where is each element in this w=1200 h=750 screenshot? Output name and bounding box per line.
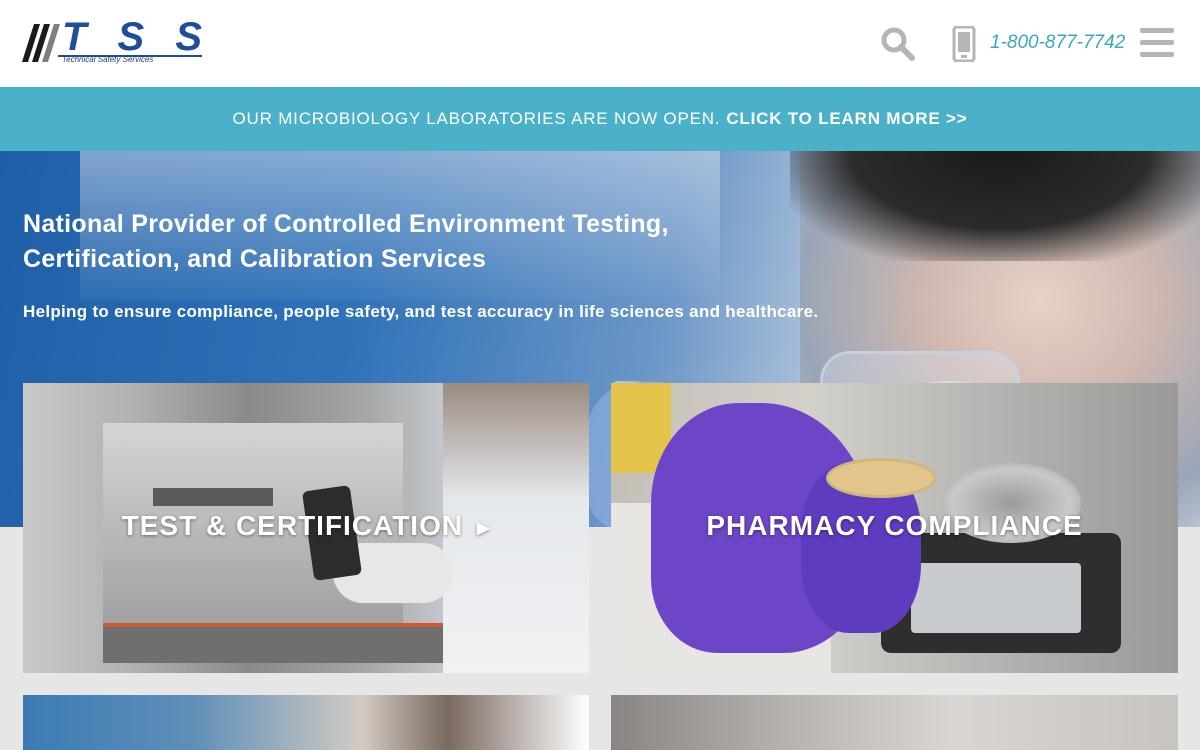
announcement-link[interactable]: CLICK TO LEARN MORE >>: [726, 109, 967, 129]
phone-icon: [952, 25, 976, 63]
hamburger-menu-icon[interactable]: [1140, 28, 1176, 60]
tss-logo[interactable]: TSS Technical Safety Services: [22, 20, 207, 66]
search-icon[interactable]: [880, 26, 916, 62]
card-image-detail: [911, 563, 1081, 633]
hero-title-line1: National Provider of Controlled Environm…: [23, 210, 669, 238]
card-title: TEST & CERTIFICATION ▶: [23, 510, 589, 542]
hero-title: National Provider of Controlled Environm…: [23, 207, 723, 277]
card-facility-services[interactable]: [611, 695, 1178, 750]
card-image-detail: [103, 623, 443, 663]
card-image-detail: [153, 488, 273, 506]
card-title-text: TEST & CERTIFICATION: [121, 510, 464, 541]
card-image-detail: [826, 458, 936, 498]
announcement-text: OUR MICROBIOLOGY LABORATORIES ARE NOW OP…: [232, 109, 721, 128]
play-arrow-icon: ▶: [477, 519, 491, 537]
hero-subtitle: Helping to ensure compliance, people saf…: [23, 302, 819, 321]
hero-title-line2: Certification, and Calibration Services: [23, 245, 487, 273]
card-test-certification[interactable]: TEST & CERTIFICATION ▶: [23, 383, 589, 673]
phone-number-link[interactable]: 1-800-877-7742: [990, 32, 1125, 54]
card-title: PHARMACY COMPLIANCE: [706, 510, 1083, 541]
logo-text: TSS: [62, 20, 202, 59]
site-header: TSS Technical Safety Services 1-800-877-…: [0, 0, 1200, 87]
logo-tagline: Technical Safety Services: [62, 55, 154, 64]
card-lab-services[interactable]: [23, 695, 589, 750]
card-pharmacy-compliance[interactable]: PHARMACY COMPLIANCE: [611, 383, 1178, 673]
hero-image-detail: [790, 151, 1200, 261]
announcement-bar[interactable]: OUR MICROBIOLOGY LABORATORIES ARE NOW OP…: [0, 87, 1200, 151]
